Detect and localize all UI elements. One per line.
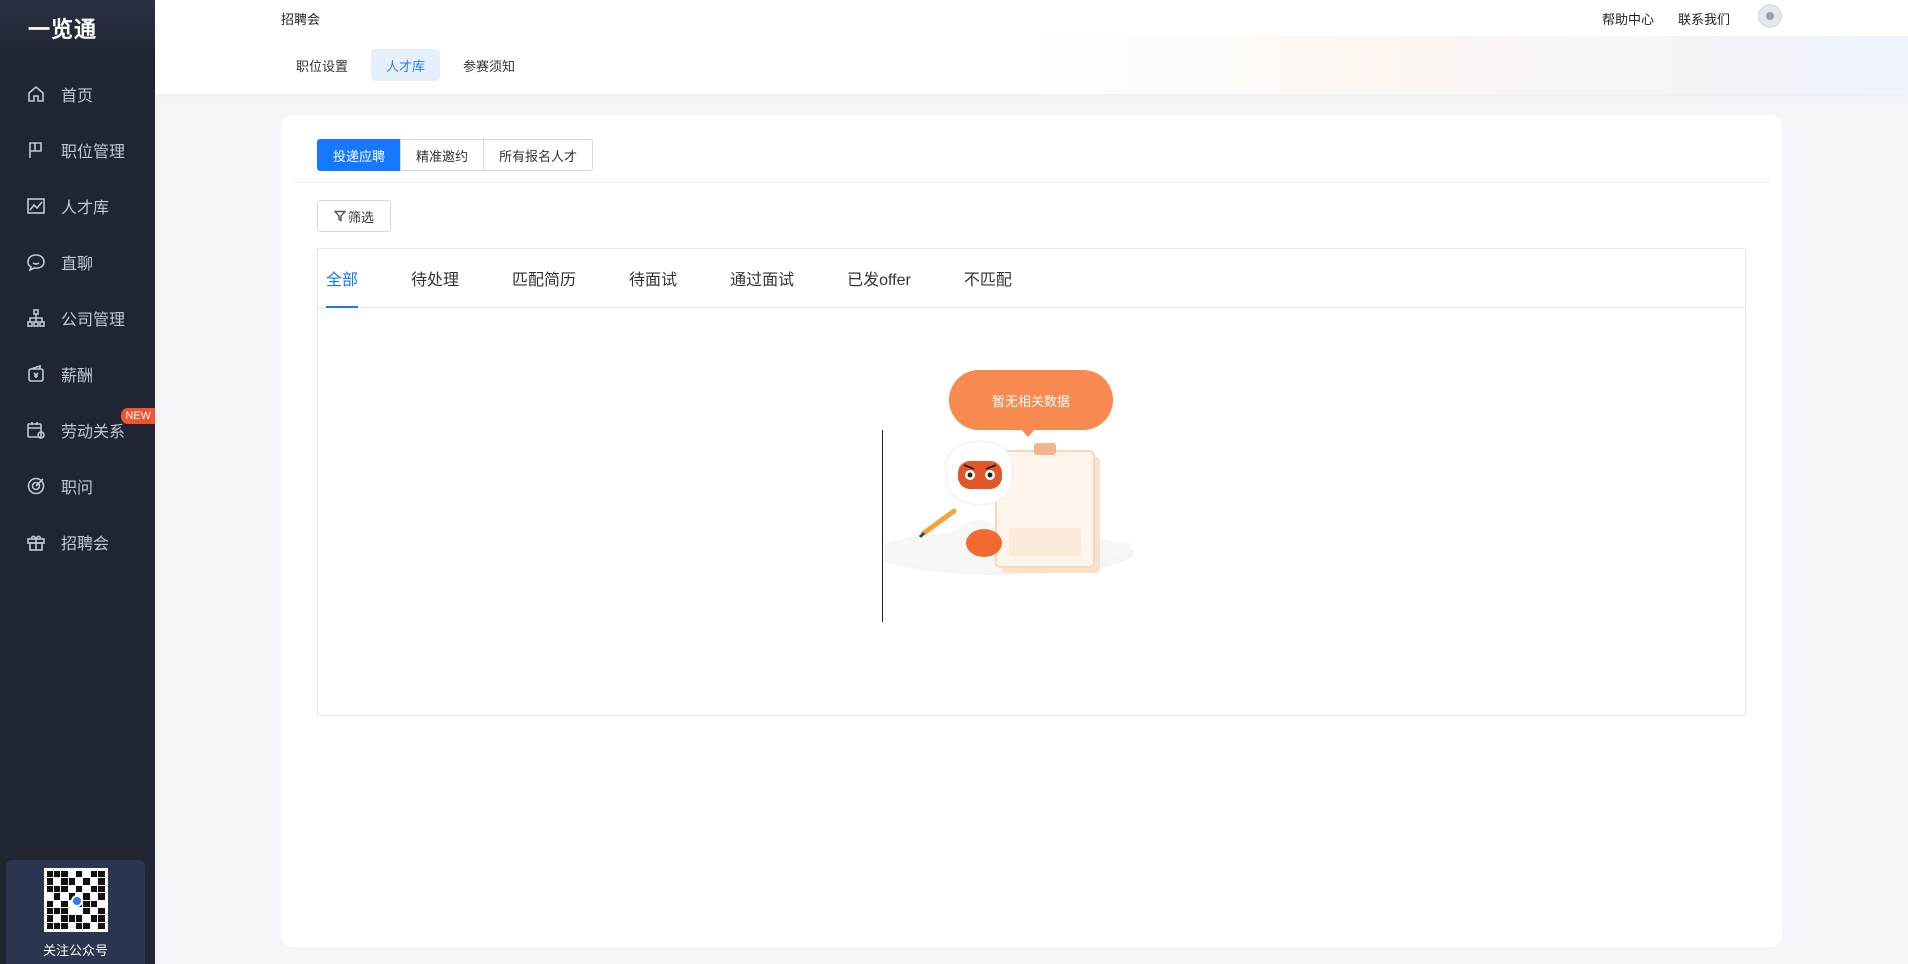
- sidebar-nav: 首页 职位管理 人才库 直聊 公司管理 薪酬 劳动关系 NEW 职问 招聘会: [0, 66, 155, 570]
- sidebar: 一览通 首页 职位管理 人才库 直聊 公司管理 薪酬 劳动关系 NEW 职问 招…: [0, 0, 155, 964]
- sidebar-item-label: 薪酬: [61, 368, 94, 385]
- tab-participation-notice[interactable]: 参赛须知: [448, 49, 530, 81]
- tab-passed-interview[interactable]: 通过面试: [730, 249, 794, 307]
- filter-label: 筛选: [347, 209, 374, 225]
- sidebar-item-job-fair[interactable]: 招聘会: [0, 514, 155, 570]
- wallet-icon: [25, 363, 47, 385]
- help-center-link[interactable]: 帮助中心: [1602, 9, 1654, 28]
- new-badge: NEW: [121, 408, 155, 424]
- tab-matched-resumes[interactable]: 匹配简历: [512, 249, 576, 307]
- sidebar-item-career-qa[interactable]: 职问: [0, 458, 155, 514]
- top-bar: 招聘会 帮助中心 联系我们: [155, 0, 1908, 36]
- target-icon: [25, 475, 47, 497]
- filter-button[interactable]: 筛选: [317, 200, 391, 232]
- tab-not-matched[interactable]: 不匹配: [964, 249, 1012, 307]
- sidebar-item-label: 人才库: [61, 200, 110, 217]
- main-card: 投递应聘 精准邀约 所有报名人才 筛选 全部 待处理 匹配简历 待面试 通过面试…: [281, 115, 1782, 947]
- sidebar-item-salary[interactable]: 薪酬: [0, 346, 155, 402]
- sidebar-item-label: 首页: [61, 88, 94, 105]
- tab-awaiting-interview[interactable]: 待面试: [629, 249, 677, 307]
- top-links: 帮助中心 联系我们: [1602, 9, 1730, 28]
- tab-talent-pool[interactable]: 人才库: [371, 49, 441, 81]
- calendar-settings-icon: [25, 419, 47, 441]
- sub-nav: 职位设置 人才库 参赛须知: [155, 36, 1908, 94]
- sidebar-item-chat[interactable]: 直聊: [0, 234, 155, 290]
- filter-icon: [333, 210, 346, 222]
- tab-pending[interactable]: 待处理: [411, 249, 459, 307]
- qr-code-panel: 关注公众号: [6, 860, 145, 964]
- sidebar-item-company[interactable]: 公司管理: [0, 290, 155, 346]
- results-panel: 全部 待处理 匹配简历 待面试 通过面试 已发offer 不匹配 暂无相关数据: [317, 248, 1746, 716]
- qr-code-icon: [43, 868, 108, 932]
- segment-targeted-invites[interactable]: 精准邀约: [400, 139, 485, 171]
- sidebar-item-label: 职问: [61, 480, 94, 497]
- sidebar-item-label: 直聊: [61, 256, 94, 273]
- gift-icon: [25, 531, 47, 553]
- tab-offer-sent[interactable]: 已发offer: [847, 249, 911, 307]
- tab-job-settings[interactable]: 职位设置: [281, 49, 363, 81]
- segment-applications[interactable]: 投递应聘: [317, 139, 402, 171]
- text-cursor: [882, 430, 883, 622]
- avatar[interactable]: [1758, 4, 1782, 28]
- empty-message-bubble: 暂无相关数据: [949, 370, 1113, 437]
- sidebar-item-jobs[interactable]: 职位管理: [0, 122, 155, 178]
- status-tabs: 全部 待处理 匹配简历 待面试 通过面试 已发offer 不匹配: [318, 249, 1745, 308]
- segment-all-registrants[interactable]: 所有报名人才: [483, 139, 594, 171]
- contact-us-link[interactable]: 联系我们: [1678, 9, 1730, 28]
- home-icon: [25, 83, 47, 105]
- qr-code-label: 关注公众号: [42, 943, 108, 958]
- divider: [293, 182, 1770, 183]
- breadcrumb: 招聘会: [281, 11, 321, 27]
- sidebar-item-label: 劳动关系: [61, 424, 126, 441]
- sidebar-item-label: 公司管理: [61, 312, 126, 329]
- tab-all[interactable]: 全部: [326, 249, 359, 308]
- app-logo[interactable]: 一览通: [0, 0, 155, 56]
- sidebar-item-label: 职位管理: [61, 144, 126, 161]
- chat-icon: [25, 251, 47, 273]
- empty-state: 暂无相关数据: [318, 308, 1745, 715]
- segmented-control: 投递应聘 精准邀约 所有报名人才: [317, 139, 594, 171]
- sidebar-item-labor[interactable]: 劳动关系 NEW: [0, 402, 155, 458]
- sidebar-item-label: 招聘会: [61, 536, 110, 553]
- chart-line-icon: [25, 195, 47, 217]
- empty-mascot-illustration: [884, 440, 1134, 575]
- org-icon: [25, 307, 47, 329]
- sidebar-item-talent[interactable]: 人才库: [0, 178, 155, 234]
- sidebar-item-home[interactable]: 首页: [0, 66, 155, 122]
- flag-icon: [25, 139, 47, 161]
